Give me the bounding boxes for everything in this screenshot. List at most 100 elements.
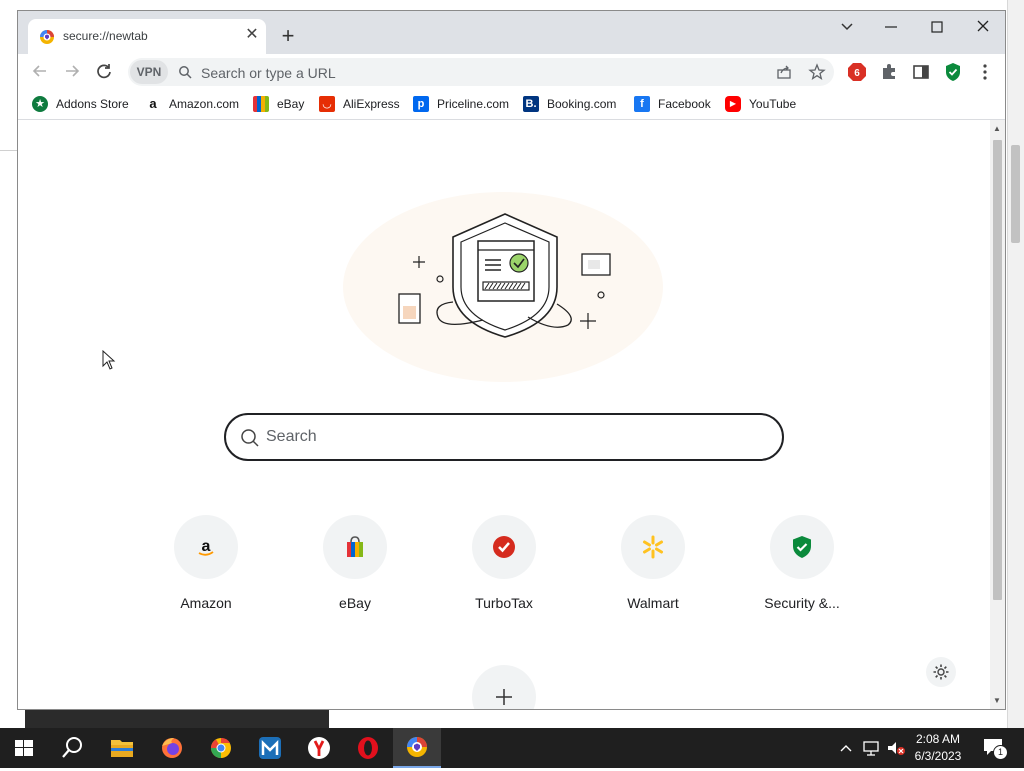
file-explorer-icon[interactable]	[98, 728, 146, 768]
notification-count-badge: 1	[993, 745, 1008, 760]
tab-newtab[interactable]: secure://newtab ✕	[28, 19, 266, 54]
notification-center-button[interactable]: 1	[982, 736, 1008, 760]
system-clock[interactable]: 2:08 AM 6/3/2023	[900, 731, 976, 765]
shortcut-label: Walmart	[627, 595, 679, 611]
start-icon[interactable]	[0, 728, 48, 768]
amazon-icon: a	[145, 96, 161, 112]
plus-icon	[496, 689, 512, 705]
shortcut-ebay[interactable]: eBay	[295, 515, 415, 615]
windows-taskbar: 2:08 AM 6/3/2023 1	[0, 728, 1024, 768]
side-panel-icon[interactable]	[911, 62, 931, 82]
background-window-right	[1007, 0, 1024, 728]
mouse-cursor-icon	[102, 350, 116, 370]
bookmark-addons-store[interactable]: ★ Addons Store	[32, 95, 129, 113]
youtube-icon: ▶	[725, 96, 741, 112]
scrollbar-thumb[interactable]	[993, 140, 1002, 600]
background-window-thumbnail	[25, 710, 329, 728]
bookmark-label: eBay	[277, 97, 305, 111]
aliexpress-icon: ◡	[319, 96, 335, 112]
minimize-icon[interactable]	[880, 17, 902, 37]
firefox-icon[interactable]	[148, 728, 196, 768]
bookmark-priceline[interactable]: p Priceline.com	[413, 95, 509, 113]
security-shield-illustration	[343, 192, 663, 382]
scroll-up-arrow-icon[interactable]: ▲	[993, 124, 1001, 133]
new-tab-search-input[interactable]: Search	[224, 413, 784, 461]
shortcut-amazon[interactable]: a Amazon	[146, 515, 266, 615]
tab-search-chevron-icon[interactable]	[836, 17, 858, 37]
vpn-button[interactable]: VPN	[130, 60, 168, 84]
tab-strip: secure://newtab ✕ +	[18, 11, 1005, 54]
maximize-icon[interactable]	[926, 17, 948, 37]
new-tab-page: Search a Amazon eBay TurboTax Walmart Se…	[18, 120, 990, 709]
shortcut-walmart[interactable]: Walmart	[593, 515, 713, 615]
turbotax-icon	[493, 536, 515, 558]
shortcut-label: Security &...	[764, 595, 840, 611]
bookmarks-bar: ★ Addons Store a Amazon.com eBay ◡ AliEx…	[18, 89, 1005, 120]
bookmark-label: Booking.com	[547, 97, 617, 111]
bookmark-label: Facebook	[658, 97, 711, 111]
opera-icon[interactable]	[344, 728, 392, 768]
forward-arrow-icon[interactable]	[61, 60, 83, 82]
menu-kebab-icon[interactable]	[975, 62, 995, 82]
bookmark-ebay[interactable]: eBay	[253, 95, 304, 113]
search-icon	[241, 429, 259, 447]
bookmark-aliexpress[interactable]: ◡ AliExpress	[319, 95, 400, 113]
clock-date: 6/3/2023	[914, 749, 962, 763]
bookmark-label: AliExpress	[343, 97, 400, 111]
bookmark-star-icon[interactable]	[808, 63, 826, 81]
shield-check-icon	[793, 536, 811, 558]
search-placeholder: Search	[266, 428, 317, 445]
back-arrow-icon[interactable]	[29, 60, 51, 82]
search-icon[interactable]	[48, 728, 96, 768]
shortcut-icon-circle	[323, 515, 387, 579]
ebay-icon	[253, 96, 269, 112]
reload-icon[interactable]	[93, 60, 115, 82]
adblock-extension-icon[interactable]: 6	[847, 62, 867, 82]
booking-icon: B.	[523, 96, 539, 112]
add-shortcut-button[interactable]	[472, 665, 536, 709]
shortcut-icon-circle: a	[174, 515, 238, 579]
toolbar: VPN Search or type a URL 6	[18, 54, 1005, 89]
shortcut-label: TurboTax	[475, 595, 533, 611]
bookmark-amazon[interactable]: a Amazon.com	[145, 95, 239, 113]
bookmark-booking[interactable]: B. Booking.com	[523, 95, 616, 113]
shortcut-turbotax[interactable]: TurboTax	[444, 515, 564, 615]
tray-overflow-chevron-icon[interactable]	[838, 738, 854, 758]
background-scrollbar-thumb	[1011, 145, 1020, 243]
shortcut-icon-circle	[770, 515, 834, 579]
search-icon	[179, 66, 192, 79]
address-bar[interactable]: VPN Search or type a URL	[128, 58, 834, 86]
address-bar-placeholder: Search or type a URL	[201, 65, 336, 81]
customize-settings-button[interactable]	[926, 657, 956, 687]
maxthon-icon[interactable]	[246, 728, 294, 768]
close-tab-icon[interactable]: ✕	[242, 25, 262, 45]
shortcut-icon-circle	[621, 515, 685, 579]
extensions-puzzle-icon[interactable]	[879, 62, 899, 82]
shortcut-label: eBay	[339, 595, 371, 611]
svg-text:a: a	[202, 538, 211, 555]
walmart-spark-icon	[643, 535, 663, 559]
shortcut-label: Amazon	[180, 595, 232, 611]
bookmark-label: Priceline.com	[437, 97, 510, 111]
shortcut-icon-circle	[472, 515, 536, 579]
shortcut-security[interactable]: Security &...	[742, 515, 862, 615]
new-tab-button[interactable]: +	[276, 25, 300, 49]
yandex-icon[interactable]	[295, 728, 343, 768]
page-scrollbar[interactable]: ▲ ▼	[990, 120, 1005, 709]
network-icon[interactable]	[862, 738, 880, 758]
scroll-down-arrow-icon[interactable]: ▼	[993, 696, 1001, 705]
ebay-bag-icon	[347, 536, 363, 557]
priceline-icon: p	[413, 96, 429, 112]
shield-extension-icon[interactable]	[943, 62, 963, 82]
bookmark-youtube[interactable]: ▶ YouTube	[725, 95, 796, 113]
share-icon[interactable]	[776, 64, 792, 80]
close-window-icon[interactable]	[972, 17, 994, 37]
background-window-edge	[0, 0, 18, 151]
amazon-icon: a	[198, 538, 214, 556]
svg-text:6: 6	[854, 68, 860, 79]
secure-browser-taskbar-button[interactable]	[393, 728, 441, 768]
facebook-icon: f	[634, 96, 650, 112]
bookmark-facebook[interactable]: f Facebook	[634, 95, 711, 113]
chrome-icon[interactable]	[197, 728, 245, 768]
addons-store-icon: ★	[32, 96, 48, 112]
